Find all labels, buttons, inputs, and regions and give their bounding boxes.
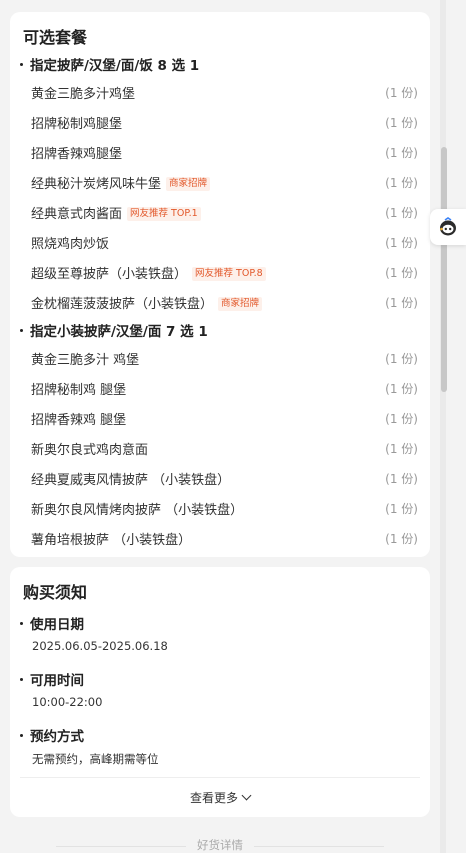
divider [20,777,420,778]
item-tag-badge: 网友推荐 TOP.8 [192,267,266,281]
item-name: 经典秘汁炭烤风味牛堡 商家招牌 [31,173,211,192]
notice-section-value: 2025.06.05-2025.06.18 [32,639,168,653]
purchase-notice-card: 购买须知 使用日期 2025.06.05-2025.06.18 可用时间 10:… [10,567,430,817]
item-name: 经典意式肉酱面 网友推荐 TOP.1 [31,203,201,222]
item-qty: (1 份) [385,266,418,280]
item-qty: (1 份) [385,472,418,486]
package-item: 照烧鸡肉炒饭 (1 份) [31,233,418,255]
item-name: 经典夏威夷风情披萨 （小装铁盘） [31,473,231,488]
package-item: 金枕榴莲菠菠披萨（小装铁盘） 商家招牌 (1 份) [31,293,418,315]
see-more-button[interactable]: 查看更多 [10,789,430,806]
package-item: 超级至尊披萨（小装铁盘） 网友推荐 TOP.8 (1 份) [31,263,418,285]
item-qty: (1 份) [385,86,418,100]
notice-section-value: 无需预约，高峰期需等位 [32,752,159,766]
package-item: 招牌秘制鸡腿堡 (1 份) [31,113,418,135]
package-item: 黄金三脆多汁鸡堡 (1 份) [31,83,418,105]
item-qty: (1 份) [385,296,418,310]
item-tag-badge: 商家招牌 [218,297,263,311]
bullet-dot [20,677,23,681]
section-footer-label: 好货详情 [0,837,440,853]
package-item: 新奥尔良风情烤肉披萨 （小装铁盘） (1 份) [31,499,418,521]
item-name: 招牌香辣鸡 腿堡 [31,413,127,428]
item-qty: (1 份) [385,412,418,426]
scrollbar-thumb[interactable] [441,147,447,392]
package-item: 薯角培根披萨 （小装铁盘） (1 份) [31,529,418,551]
see-more-label: 查看更多 [189,791,238,805]
item-qty: (1 份) [385,442,418,456]
package-item: 经典意式肉酱面 网友推荐 TOP.1 (1 份) [31,203,418,225]
item-qty: (1 份) [385,116,418,130]
bullet-dot [20,621,23,625]
assistant-robot-icon [440,217,456,236]
item-qty: (1 份) [385,236,418,250]
package-card: 可选套餐 指定披萨/汉堡/面/饭 8 选 1 黄金三脆多汁鸡堡 (1 份) 招牌… [10,12,430,557]
package-item: 新奥尔良式鸡肉意面 (1 份) [31,439,418,461]
item-name: 招牌香辣鸡腿堡 [31,147,123,162]
package-item: 经典夏威夷风情披萨 （小装铁盘） (1 份) [31,469,418,491]
assistant-float-button[interactable] [430,209,466,245]
notice-section-label: 预约方式 [20,725,84,745]
bullet-dot [20,328,23,332]
package-item: 招牌香辣鸡腿堡 (1 份) [31,143,418,165]
notice-title: 购买须知 [23,583,88,602]
bullet-dot [20,733,23,737]
item-tag-badge: 商家招牌 [166,177,211,191]
item-name: 黄金三脆多汁鸡堡 [31,87,136,102]
item-name: 超级至尊披萨（小装铁盘） 网友推荐 TOP.8 [31,263,266,282]
item-qty: (1 份) [385,352,418,366]
group-header: 指定披萨/汉堡/面/饭 8 选 1 [20,54,199,74]
group-title: 指定小装披萨/汉堡/面 7 选 1 [30,324,208,340]
scrollbar-track[interactable] [440,0,446,853]
package-item: 招牌秘制鸡 腿堡 (1 份) [31,379,418,401]
item-qty: (1 份) [385,176,418,190]
group-title: 指定披萨/汉堡/面/饭 8 选 1 [30,58,200,74]
item-qty: (1 份) [385,146,418,160]
package-title: 可选套餐 [23,28,88,47]
item-name: 招牌秘制鸡腿堡 [31,117,123,132]
item-tag-badge: 网友推荐 TOP.1 [127,207,201,221]
notice-section-value: 10:00-22:00 [32,695,103,709]
item-name: 新奥尔良风情烤肉披萨 （小装铁盘） [31,503,244,518]
package-item: 招牌香辣鸡 腿堡 (1 份) [31,409,418,431]
package-item: 经典秘汁炭烤风味牛堡 商家招牌 (1 份) [31,173,418,195]
item-qty: (1 份) [385,532,418,546]
item-name: 招牌秘制鸡 腿堡 [31,383,127,398]
notice-section-label: 使用日期 [20,613,84,633]
item-name: 新奥尔良式鸡肉意面 [31,443,149,458]
item-name: 黄金三脆多汁 鸡堡 [31,353,140,368]
item-name: 薯角培根披萨 （小装铁盘） [31,533,192,548]
item-qty: (1 份) [385,382,418,396]
item-qty: (1 份) [385,502,418,516]
notice-section-label: 可用时间 [20,669,84,689]
bullet-dot [20,62,23,66]
item-qty: (1 份) [385,206,418,220]
item-name: 金枕榴莲菠菠披萨（小装铁盘） 商家招牌 [31,293,263,312]
chevron-down-icon [241,790,252,801]
group-header: 指定小装披萨/汉堡/面 7 选 1 [20,320,208,340]
item-name: 照烧鸡肉炒饭 [31,237,110,252]
package-item: 黄金三脆多汁 鸡堡 (1 份) [31,349,418,371]
